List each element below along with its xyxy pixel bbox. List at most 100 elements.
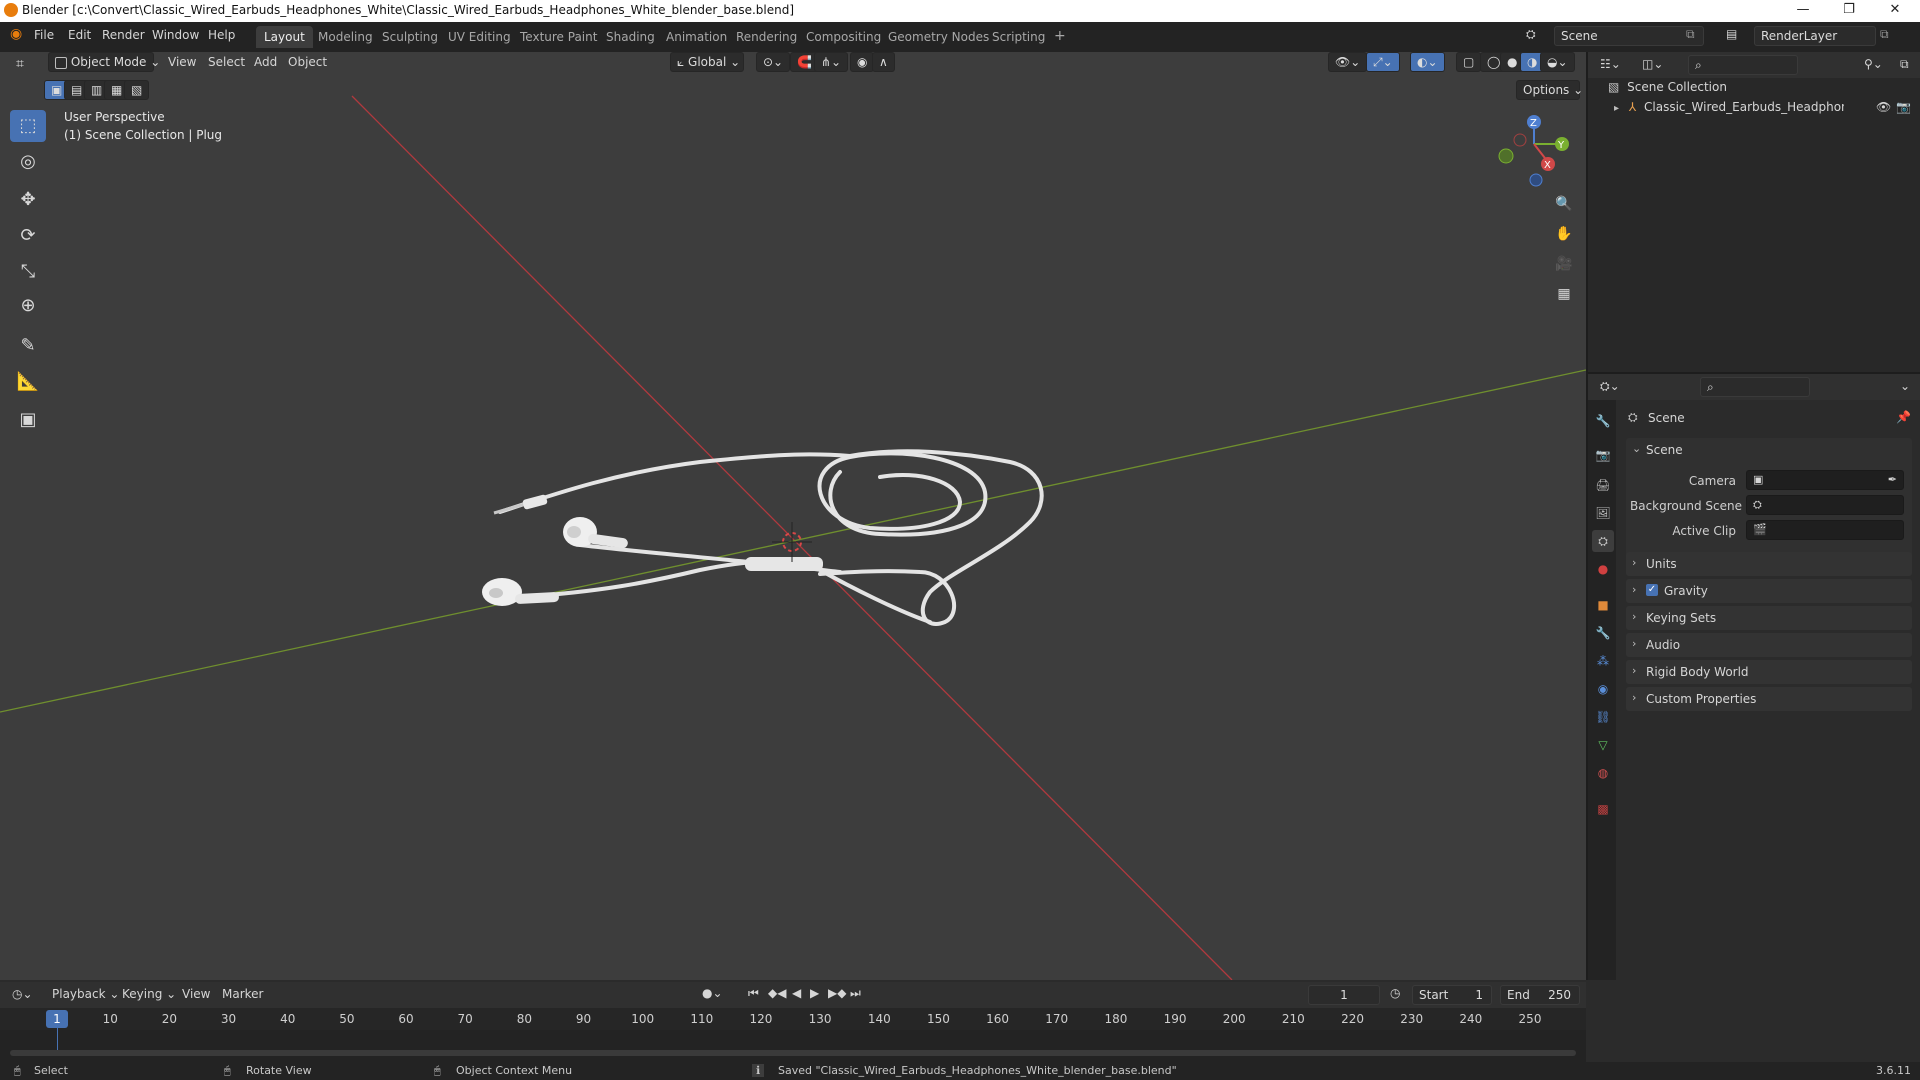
custom-properties-panel[interactable]: › Custom Properties [1626, 687, 1912, 711]
scene-selector[interactable]: Scene [1554, 26, 1704, 46]
add-cube-tool[interactable]: ▣ [10, 404, 46, 436]
pivot-point-button[interactable]: ⊙⌄ [756, 52, 791, 72]
tab-sculpting[interactable]: Sculpting [374, 26, 446, 48]
particles-properties-tab[interactable]: ⁂ [1592, 650, 1614, 672]
gravity-checkbox[interactable]: ✓ [1646, 584, 1658, 596]
scene-properties-tab[interactable]: ⛭ [1592, 530, 1614, 552]
pin-icon[interactable]: 📌 [1896, 410, 1911, 424]
menu-render[interactable]: Render [102, 28, 145, 42]
start-frame-field[interactable]: Start 1 [1412, 985, 1492, 1005]
record-button[interactable]: ●⌄ [702, 986, 723, 1000]
play-reverse-button[interactable]: ◀ [792, 986, 801, 1000]
physics-properties-tab[interactable]: ◉ [1592, 678, 1614, 700]
world-properties-tab[interactable]: ● [1592, 558, 1614, 580]
chevron-down-icon[interactable]: ⌄ [1632, 442, 1641, 455]
menu-file[interactable]: File [34, 28, 54, 42]
scale-tool[interactable]: ⤡ [10, 256, 46, 288]
scene-browse-icon[interactable]: ⛭ [1526, 27, 1536, 42]
render-camera-icon[interactable]: 📷 [1896, 100, 1911, 114]
background-scene-field[interactable]: ⛭ [1746, 495, 1904, 515]
outliner-editor-type-icon[interactable]: ☷⌄ [1600, 57, 1621, 71]
tab-uv-editing[interactable]: UV Editing [440, 26, 519, 48]
visibility-eye-icon[interactable]: 👁 [1876, 100, 1891, 114]
tab-geometry-nodes[interactable]: Geometry Nodes [880, 26, 997, 48]
outliner-item-row[interactable]: ▸ ⅄ Classic_Wired_Earbuds_Headphones_Wh … [1614, 100, 1914, 118]
xray-button[interactable]: ▢ [1456, 52, 1482, 72]
shading-rendered-button[interactable]: ◒⌄ [1540, 52, 1575, 72]
status-message[interactable]: Saved "Classic_Wired_Earbuds_Headphones_… [778, 1064, 1177, 1077]
annotate-tool[interactable]: ✎ [10, 330, 46, 362]
tab-rendering[interactable]: Rendering [728, 26, 805, 48]
play-button[interactable]: ▶ [810, 986, 819, 1000]
close-button[interactable]: ✕ [1872, 0, 1918, 22]
viewport-menu-add[interactable]: Add [254, 55, 277, 69]
scene-panel-title[interactable]: Scene [1646, 443, 1683, 457]
rigid-body-world-panel[interactable]: › Rigid Body World [1626, 660, 1912, 684]
camera-field[interactable]: ▣ ✒ [1746, 470, 1904, 490]
preview-range-icon[interactable]: ◷ [1390, 986, 1400, 1000]
properties-editor-type-icon[interactable]: ⛭⌄ [1600, 379, 1620, 394]
properties-options-icon[interactable]: ⌄ [1900, 379, 1910, 393]
material-properties-tab[interactable]: ◍ [1592, 762, 1614, 784]
object-properties-tab[interactable]: ■ [1592, 594, 1614, 616]
playhead-marker[interactable]: 1 [46, 1010, 68, 1028]
timeline-menu-playback[interactable]: Playback ⌄ [52, 987, 119, 1001]
blender-menu-icon[interactable]: ◉ [10, 26, 22, 42]
camera-view-icon[interactable]: 🎥 [1552, 252, 1576, 276]
transform-tool[interactable]: ⊕ [10, 290, 46, 322]
visibility-button[interactable]: 👁⌄ [1328, 52, 1368, 72]
properties-search-input[interactable]: ⌕ [1700, 377, 1810, 397]
3d-viewport[interactable]: Z Y X ⌗ Object Mode ⌄ View Select Add Ob… [0, 52, 1586, 980]
measure-tool[interactable]: 📐 [10, 366, 46, 398]
timeline-menu-marker[interactable]: Marker [222, 987, 263, 1001]
proportional-edit-button[interactable]: ◉ [850, 52, 875, 72]
transform-orientation-selector[interactable]: ⟀ Global ⌄ [670, 52, 744, 72]
texture-properties-tab[interactable]: ▩ [1592, 798, 1614, 820]
add-workspace-button[interactable]: + [1046, 24, 1074, 46]
zoom-icon[interactable]: 🔍 [1552, 192, 1576, 216]
current-frame-field[interactable]: 1 [1308, 985, 1380, 1005]
menu-help[interactable]: Help [208, 28, 235, 42]
view-layer-properties-tab[interactable]: 🖼 [1592, 502, 1614, 524]
timeline-menu-keying[interactable]: Keying ⌄ [122, 987, 176, 1001]
modifier-properties-tab[interactable]: 🔧 [1592, 622, 1614, 644]
cursor-tool[interactable]: ◎ [10, 146, 46, 178]
timeline-menu-view[interactable]: View [182, 987, 210, 1001]
jump-keyframe-back-button[interactable]: ◆◀ [768, 986, 786, 1000]
timeline-scrollbar[interactable] [10, 1050, 1576, 1056]
outliner-filter-icon[interactable]: ⚲⌄ [1864, 57, 1883, 71]
menu-edit[interactable]: Edit [68, 28, 91, 42]
tab-modeling[interactable]: Modeling [310, 26, 381, 48]
select-mode-intersect-button[interactable]: ▧ [124, 80, 150, 100]
data-properties-tab[interactable]: ▽ [1592, 734, 1614, 756]
view-layer-new-icon[interactable]: ⧉ [1880, 27, 1889, 42]
outliner-search-input[interactable]: ⌕ [1688, 55, 1798, 75]
outliner-display-mode-icon[interactable]: ◫⌄ [1642, 57, 1663, 71]
tab-animation[interactable]: Animation [658, 26, 735, 48]
viewport-menu-object[interactable]: Object [288, 55, 327, 69]
tab-scripting[interactable]: Scripting [984, 26, 1053, 48]
maximize-button[interactable]: ❐ [1826, 0, 1872, 22]
outliner-root-row[interactable]: ▧ Scene Collection [1608, 80, 1908, 98]
gizmo-toggle-button[interactable]: ⤢⌄ [1366, 52, 1400, 72]
options-button[interactable]: Options ⌄ [1516, 80, 1583, 100]
eyedropper-icon[interactable]: ✒ [1888, 473, 1897, 486]
menu-window[interactable]: Window [152, 28, 199, 42]
end-frame-field[interactable]: End 250 [1500, 985, 1580, 1005]
jump-keyframe-forward-button[interactable]: ▶◆ [828, 986, 846, 1000]
jump-start-button[interactable]: ⏮ [748, 986, 759, 1001]
minimize-button[interactable]: — [1780, 0, 1826, 22]
snap-target-button[interactable]: ⋔⌄ [814, 52, 849, 72]
pan-icon[interactable]: ✋ [1552, 222, 1576, 246]
expand-arrow-icon[interactable]: ▸ [1614, 103, 1619, 114]
tab-shading[interactable]: Shading [598, 26, 663, 48]
outliner-new-collection-icon[interactable]: ⧉ [1900, 57, 1909, 72]
timeline-editor-type-icon[interactable]: ◷⌄ [12, 987, 33, 1001]
overlay-toggle-button[interactable]: ◐⌄ [1410, 52, 1445, 72]
tab-compositing[interactable]: Compositing [798, 26, 889, 48]
proportional-falloff-button[interactable]: ∧ [872, 52, 895, 72]
timeline-track-area[interactable] [0, 1030, 1586, 1062]
view-layer-selector[interactable]: RenderLayer [1754, 26, 1876, 46]
render-properties-tab[interactable]: 📷 [1592, 444, 1614, 466]
audio-panel[interactable]: › Audio [1626, 633, 1912, 657]
